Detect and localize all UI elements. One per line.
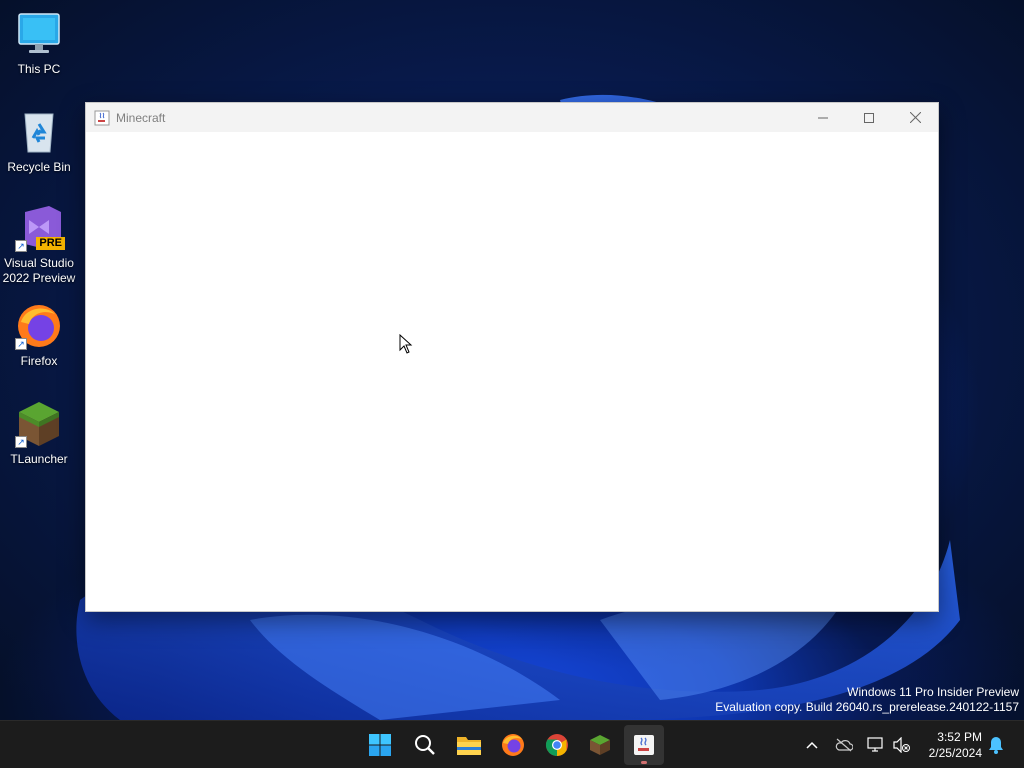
minimize-button[interactable] <box>800 103 846 132</box>
clock-date: 2/25/2024 <box>928 746 982 760</box>
desktop-icon-label: Visual Studio 2022 Preview <box>2 256 76 285</box>
desktop-icon-firefox[interactable]: ↗ Firefox <box>2 302 76 369</box>
taskbar: 3:52 PM 2/25/2024 <box>0 720 1024 768</box>
clock-time: 3:52 PM <box>937 730 982 744</box>
window-titlebar[interactable]: Minecraft <box>86 103 938 132</box>
onedrive-tray-button[interactable] <box>834 735 854 755</box>
search-button[interactable] <box>405 725 445 765</box>
shortcut-arrow-icon: ↗ <box>15 240 27 252</box>
recycle-bin-icon <box>15 108 63 156</box>
chevron-up-icon <box>806 741 818 749</box>
file-explorer-button[interactable] <box>449 725 489 765</box>
java-app-button[interactable] <box>624 725 664 765</box>
start-button[interactable] <box>360 725 400 765</box>
desktop-icon-label: TLauncher <box>10 452 68 466</box>
shortcut-arrow-icon: ↗ <box>15 338 27 350</box>
chrome-button[interactable] <box>537 725 577 765</box>
search-icon <box>415 735 435 755</box>
visual-studio-icon: PRE ↗ <box>15 204 65 252</box>
preview-badge: PRE <box>36 237 65 250</box>
shortcut-arrow-icon: ↗ <box>15 436 27 448</box>
minimize-icon <box>818 117 828 118</box>
show-hidden-icons-button[interactable] <box>802 735 822 755</box>
mouse-cursor-icon <box>399 334 413 354</box>
grass-block-icon: ↗ <box>15 400 63 448</box>
firefox-icon: ↗ <box>15 302 63 350</box>
java-icon <box>94 110 110 126</box>
firefox-taskbar-button[interactable] <box>493 725 533 765</box>
bell-icon <box>989 737 1003 754</box>
desktop-icon-visual-studio[interactable]: PRE ↗ Visual Studio 2022 Preview <box>2 204 76 286</box>
watermark-edition: Windows 11 Pro Insider Preview <box>847 685 1019 699</box>
desktop-icon-recycle-bin[interactable]: Recycle Bin <box>2 108 76 175</box>
watermark-build: Evaluation copy. Build 26040.rs_prerelea… <box>715 700 1019 714</box>
firefox-icon <box>502 734 524 756</box>
file-explorer-icon <box>457 737 481 755</box>
desktop-icon-tlauncher[interactable]: ↗ TLauncher <box>2 400 76 467</box>
close-button[interactable] <box>892 103 938 132</box>
java-icon <box>634 735 654 755</box>
close-icon <box>909 112 921 123</box>
network-icon <box>867 737 883 752</box>
onedrive-offline-icon <box>835 738 853 752</box>
maximize-icon <box>864 112 874 123</box>
volume-muted-icon <box>893 737 910 753</box>
window-title: Minecraft <box>116 110 166 125</box>
window-content[interactable] <box>86 132 938 611</box>
windows-watermark: Windows 11 Pro Insider Preview Evaluatio… <box>715 685 1019 715</box>
tlauncher-taskbar-button[interactable] <box>580 725 620 765</box>
running-indicator <box>641 761 647 764</box>
desktop-icon-this-pc[interactable]: This PC <box>2 10 76 77</box>
monitor-icon <box>15 10 63 58</box>
chrome-icon <box>546 734 568 756</box>
tlauncher-icon <box>590 735 610 755</box>
volume-tray-button[interactable] <box>892 735 912 755</box>
desktop-icon-label: Firefox <box>20 354 58 368</box>
minecraft-window[interactable]: Minecraft <box>85 102 939 612</box>
desktop-icon-label: This PC <box>17 62 61 76</box>
start-icon <box>369 734 391 756</box>
maximize-button[interactable] <box>846 103 892 132</box>
taskbar-clock[interactable]: 3:52 PM 2/25/2024 <box>929 729 982 761</box>
network-tray-button[interactable] <box>866 735 886 755</box>
notifications-button[interactable] <box>986 735 1006 755</box>
desktop-icon-label: Recycle Bin <box>7 160 71 174</box>
